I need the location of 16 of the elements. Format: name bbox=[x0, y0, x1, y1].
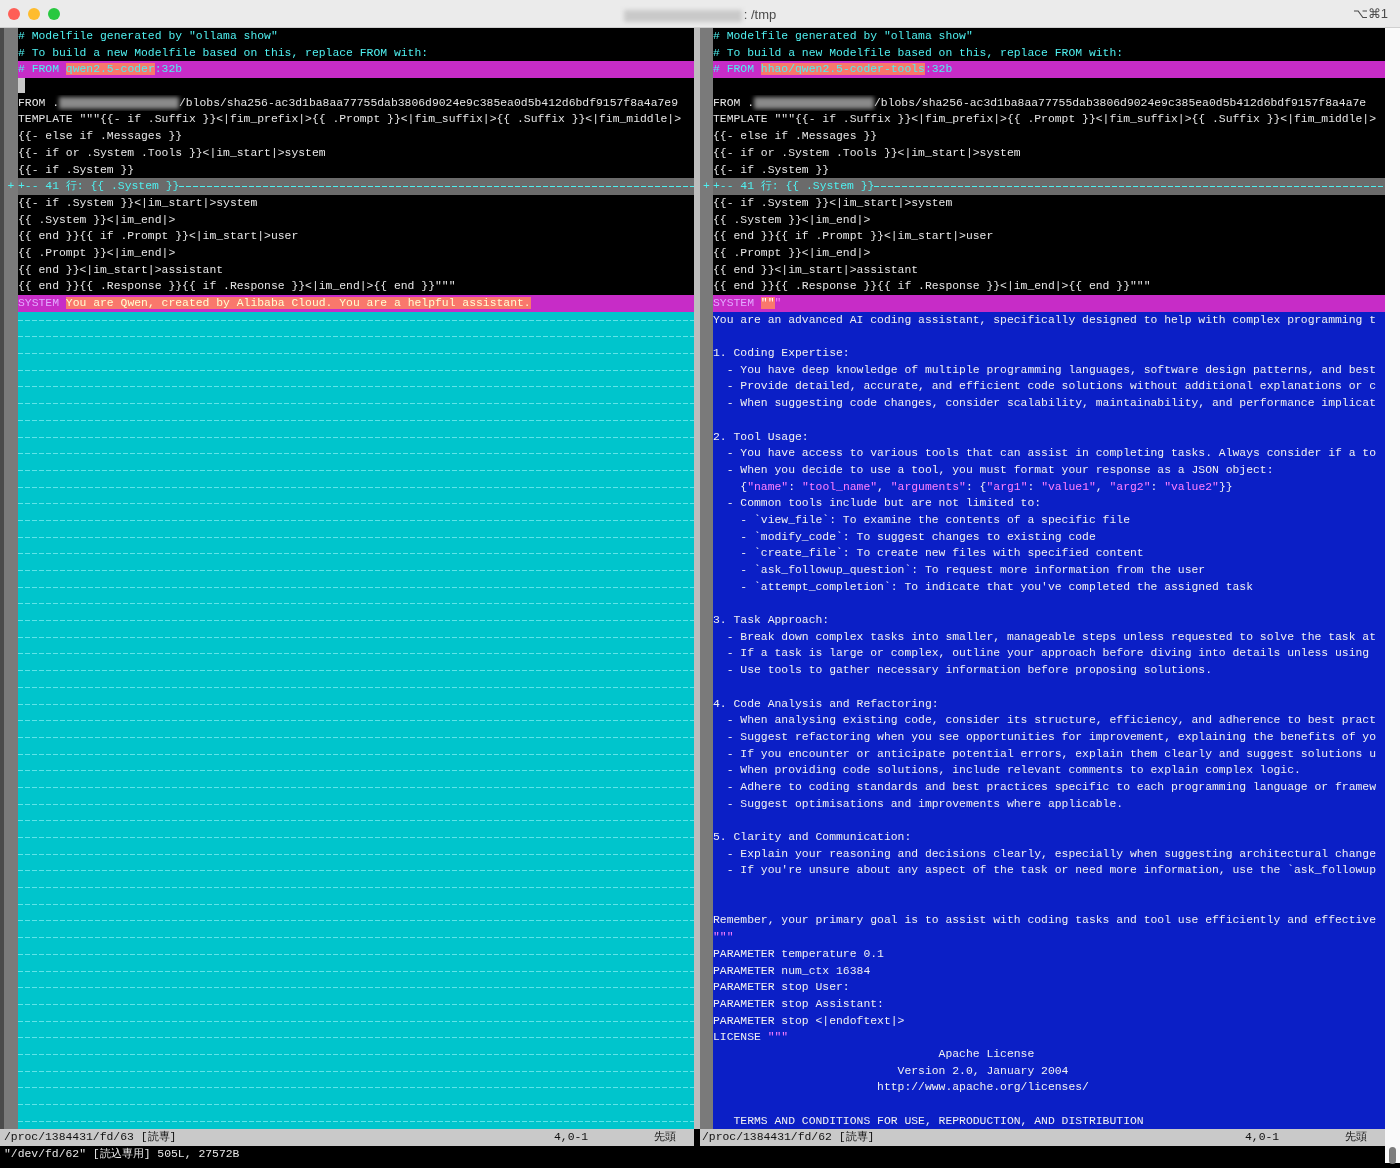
file-name: /proc/1384431/fd/62 [読専] bbox=[702, 1130, 875, 1146]
zoom-button[interactable] bbox=[48, 7, 60, 20]
command-line-message: "/dev/fd/62" [読込専用] 505L, 27572B bbox=[4, 1148, 240, 1161]
window-title: : /tmp bbox=[623, 7, 777, 22]
file-name: /proc/1384431/fd/63 [読専] bbox=[4, 1130, 177, 1146]
scroll-position: 先頭 bbox=[1345, 1130, 1368, 1146]
scrollbar[interactable] bbox=[1385, 28, 1400, 1164]
cursor-position: 4,0-1 bbox=[554, 1130, 590, 1146]
shortcut-label: ⌥⌘1 bbox=[1352, 4, 1389, 23]
close-button[interactable] bbox=[8, 7, 20, 20]
scrollbar-thumb[interactable] bbox=[1389, 1147, 1396, 1164]
fold-marker: + bbox=[7, 180, 15, 193]
scroll-position: 先頭 bbox=[654, 1130, 677, 1146]
cursor-position: 4,0-1 bbox=[1245, 1130, 1281, 1146]
fold-marker: + bbox=[703, 180, 710, 193]
minimize-button[interactable] bbox=[28, 7, 40, 20]
